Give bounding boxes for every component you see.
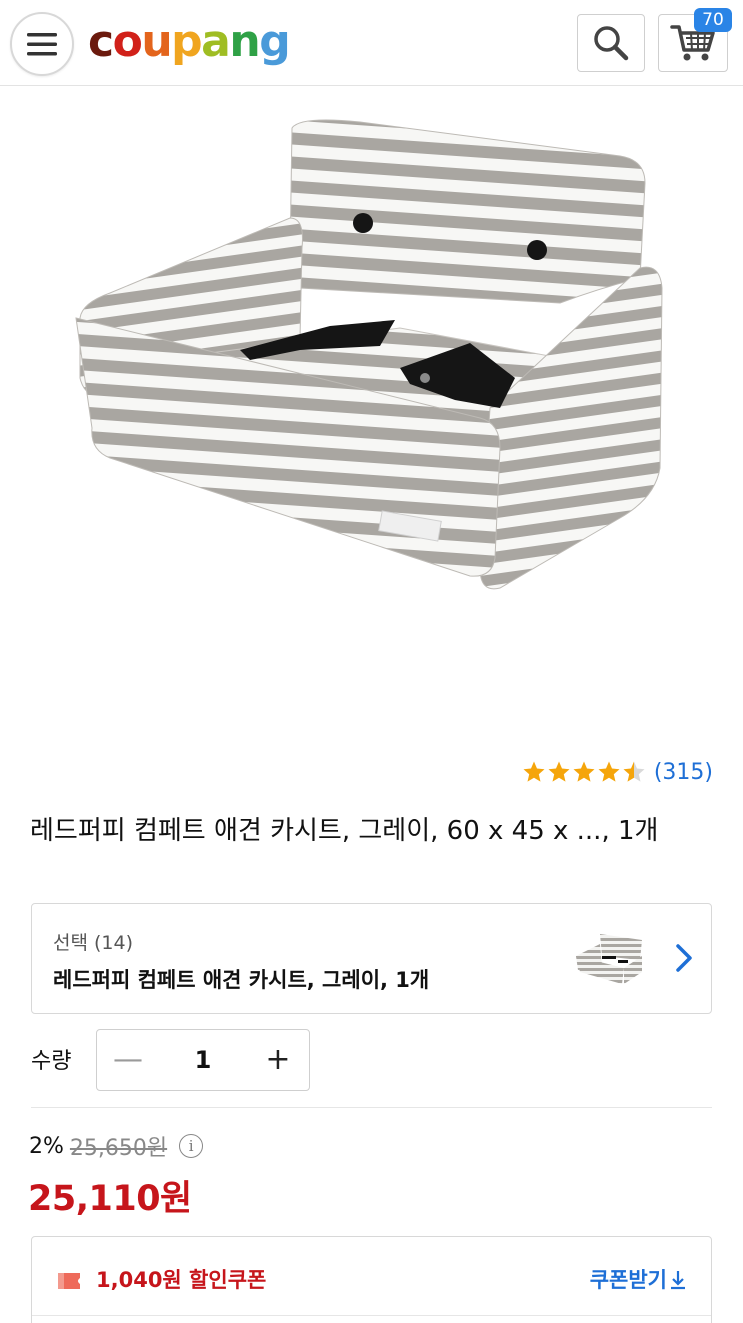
quantity-label: 수량 xyxy=(31,1049,72,1074)
download-icon xyxy=(671,1271,685,1290)
star-icon xyxy=(548,761,570,782)
quantity-increase-button[interactable]: + xyxy=(247,1030,309,1089)
quantity-stepper: — 1 + xyxy=(96,1029,310,1091)
quantity-decrease-button[interactable]: — xyxy=(97,1030,159,1089)
option-label: 선택 (14) xyxy=(53,932,134,954)
rating-stars xyxy=(522,760,646,784)
quantity-value[interactable]: 1 xyxy=(159,1030,247,1089)
header: coupang 70 xyxy=(0,0,743,86)
coupang-logo[interactable]: coupang xyxy=(88,14,291,70)
coupon-text: 1,040원 할인쿠폰 xyxy=(96,1268,267,1292)
get-coupon-button[interactable]: 쿠폰받기 xyxy=(590,1264,687,1294)
option-thumbnail xyxy=(576,934,642,984)
search-icon xyxy=(594,26,629,61)
star-icon xyxy=(573,761,595,782)
hamburger-icon xyxy=(27,33,57,56)
rating[interactable]: (315) xyxy=(522,756,713,788)
review-count[interactable]: (315) xyxy=(654,760,713,785)
price-row: 2% 25,650원 i xyxy=(29,1131,204,1161)
sale-price: 25,110원 xyxy=(28,1179,192,1219)
star-icon xyxy=(598,761,620,782)
chevron-right-icon xyxy=(676,944,692,972)
divider xyxy=(31,1107,712,1108)
discount-rate: 2% xyxy=(29,1133,64,1159)
coupon-divider xyxy=(32,1315,711,1316)
menu-button[interactable] xyxy=(10,12,74,76)
search-button[interactable] xyxy=(577,14,645,72)
product-image[interactable] xyxy=(0,88,743,728)
product-title: 레드퍼피 컴페트 애견 카시트, 그레이, 60 x 45 x ..., 1개 xyxy=(30,816,659,846)
coupon-box: 1,040원 할인쿠폰 쿠폰받기 xyxy=(31,1236,712,1323)
option-value: 레드퍼피 컴페트 애견 카시트, 그레이, 1개 xyxy=(53,968,430,992)
coupon-icon xyxy=(58,1273,80,1289)
info-icon[interactable]: i xyxy=(179,1134,204,1158)
cart-count-badge: 70 xyxy=(694,8,732,32)
star-icon xyxy=(623,761,645,782)
get-coupon-label: 쿠폰받기 xyxy=(589,1268,667,1292)
original-price: 25,650원 xyxy=(69,1136,168,1161)
star-icon xyxy=(523,761,545,782)
option-selector[interactable]: 선택 (14) 레드퍼피 컴페트 애견 카시트, 그레이, 1개 xyxy=(31,903,712,1014)
